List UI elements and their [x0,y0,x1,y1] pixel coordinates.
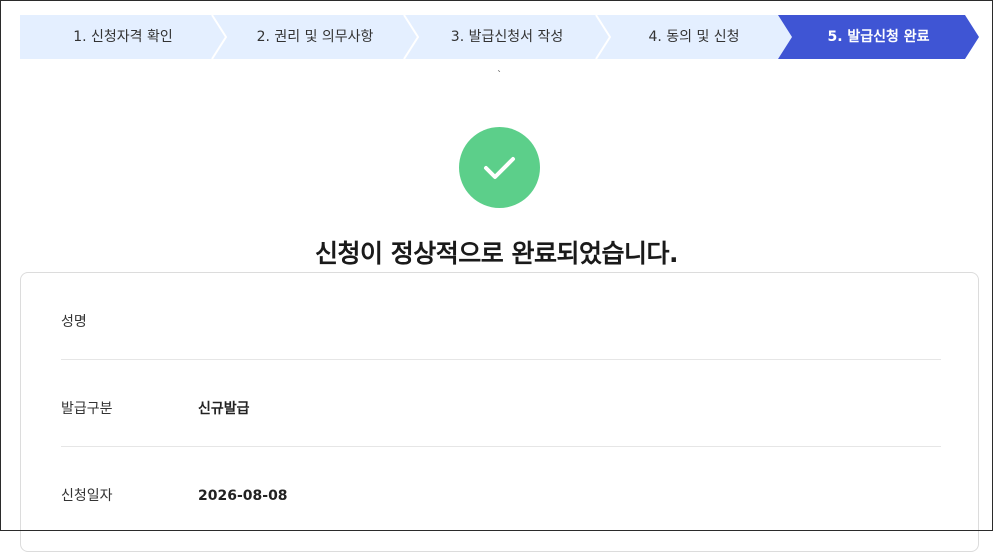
application-info-card: 성명 발급구분 신규발급 신청일자 2026-08-08 [20,272,979,552]
divider [61,359,941,360]
info-label-application-date: 신청일자 [61,488,113,504]
info-label-issue-type: 발급구분 [61,401,113,417]
check-icon [459,127,540,208]
completion-title: 신청이 정상적으로 완료되었습니다. [315,239,678,268]
step-progress-bar: 1. 신청자격 확인 2. 권리 및 의무사항 3. 발급신청서 작성 4. 동… [20,15,980,59]
info-label-name: 성명 [61,314,87,330]
step-1-label: 1. 신청자격 확인 [73,29,173,45]
step-5-label-current: 5. 발급신청 완료 [827,29,930,45]
info-row-name: 성명 [61,279,941,366]
info-value-issue-type: 신규발급 [198,401,250,417]
info-row-issue-type: 발급구분 신규발급 [61,366,941,453]
step-4-label: 4. 동의 및 신청 [648,29,740,45]
divider [61,446,941,447]
info-row-application-date: 신청일자 2026-08-08 [61,453,941,540]
info-value-application-date: 2026-08-08 [198,488,288,504]
step-3-label: 3. 발급신청서 작성 [450,29,564,45]
step-2-label: 2. 권리 및 의무사항 [256,29,374,45]
stray-mark: ` [497,70,502,81]
